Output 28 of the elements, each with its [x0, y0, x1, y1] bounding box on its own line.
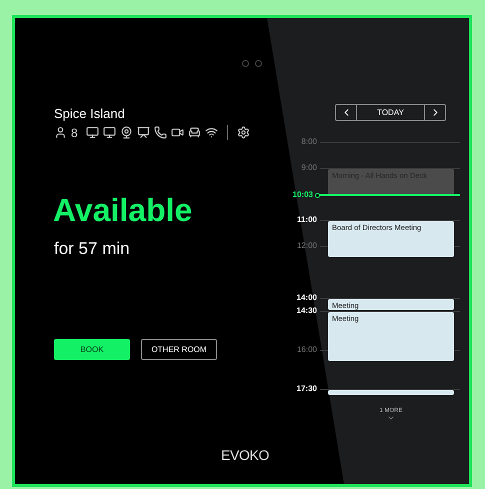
capacity-count: 8 [71, 126, 78, 138]
current-time-marker [315, 192, 320, 198]
time-label: 17:30 [296, 385, 317, 393]
phone-icon [154, 126, 167, 139]
person-icon [54, 126, 67, 139]
availability-status: Available [53, 194, 192, 226]
settings-icon[interactable] [236, 126, 250, 139]
chevron-down-icon[interactable] [387, 414, 395, 422]
time-label: 16:00 [296, 346, 317, 354]
chair-icon [188, 126, 201, 139]
time-label: 12:00 [296, 242, 317, 250]
time-label: 8:00 [300, 138, 317, 146]
brand-logo: EVOKO [220, 448, 270, 462]
monitor-icon [86, 126, 99, 139]
room-name: Spice Island [54, 107, 126, 120]
time-label: 9:00 [300, 164, 317, 172]
time-label: 11:00 [296, 216, 317, 224]
current-time-label: 10:03 [292, 191, 313, 200]
book-button[interactable]: BOOK [54, 339, 130, 360]
time-label: 14:00 [296, 294, 317, 302]
availability-duration: for 57 min [54, 240, 130, 257]
today-button[interactable]: TODAY [357, 105, 424, 120]
webcam-icon [120, 126, 133, 139]
monitor-icon [102, 126, 116, 139]
other-room-button[interactable]: OTHER ROOM [141, 339, 217, 360]
time-label: 14:30 [296, 307, 317, 315]
video-icon [170, 126, 184, 139]
projector-icon [136, 126, 150, 139]
